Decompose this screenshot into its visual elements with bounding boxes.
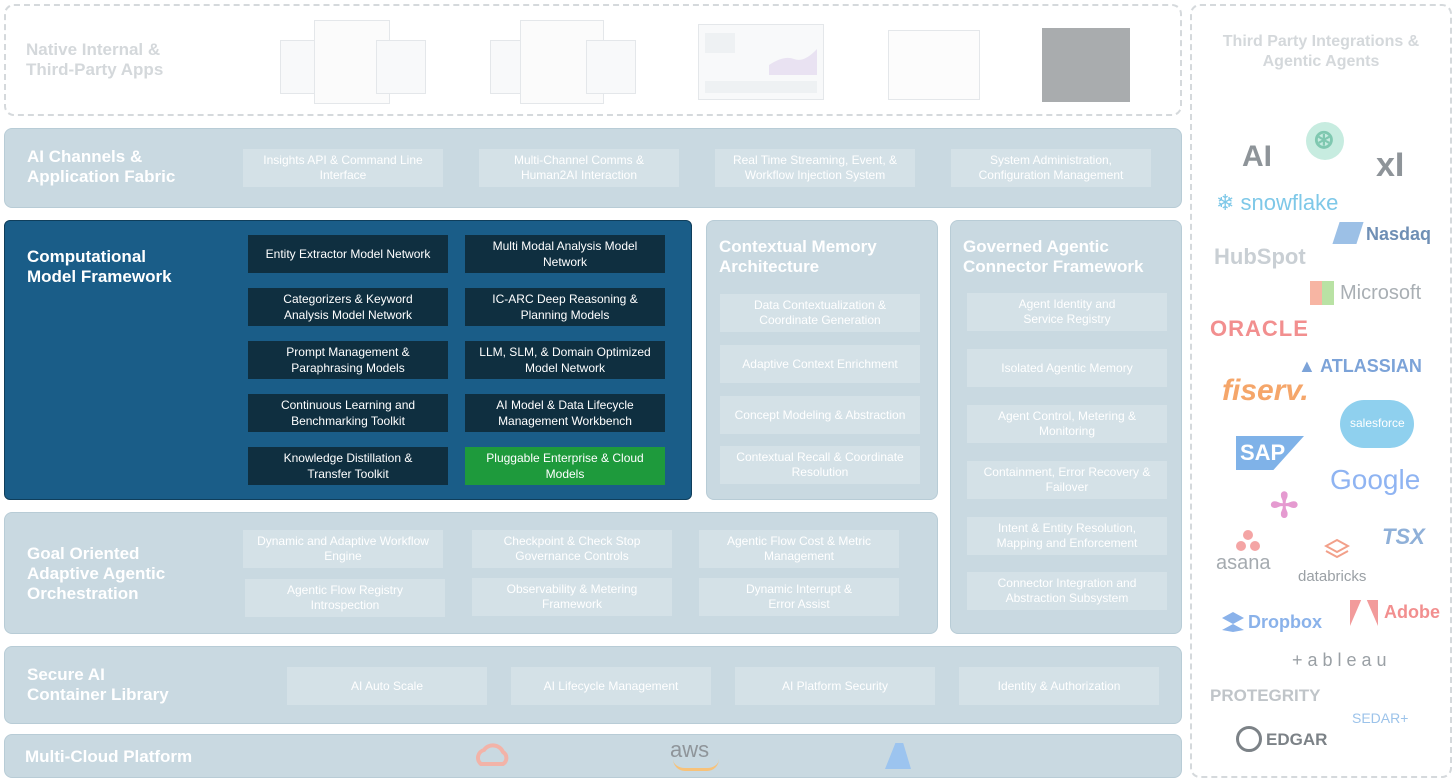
google-cloud-graphic — [476, 743, 509, 766]
snowflake-logo: ❄ snowflake — [1216, 190, 1339, 215]
computational-title: Computational Model Framework — [27, 247, 172, 286]
orchestration-panel: Goal Oriented Adaptive Agentic Orchestra… — [4, 512, 938, 634]
contextual-memory-panel: Contextual Memory Architecture Data Cont… — [706, 220, 938, 500]
native-apps-panel: Native Internal & Third-Party Apps — [4, 4, 1182, 116]
protegrity-logo: PROTEGRITY — [1210, 686, 1321, 705]
agent-control-chip[interactable]: Agent Control, Metering & Monitoring — [967, 405, 1167, 443]
google-cloud-icon — [475, 742, 509, 770]
ai-channels-title: AI Channels & Application Fabric — [27, 147, 176, 186]
identity-authorization-chip[interactable]: Identity & Authorization — [959, 667, 1159, 705]
nasdaq-logo: Nasdaq — [1366, 224, 1432, 244]
salesforce-logo: salesforce — [1350, 416, 1405, 430]
prompt-management-chip[interactable]: Prompt Management & Paraphrasing Models — [248, 341, 448, 379]
dropbox-logo: Dropbox — [1248, 612, 1322, 632]
ai-model-lifecycle-chip[interactable]: AI Model & Data Lifecycle Management Wor… — [465, 394, 665, 432]
edgar-seal-icon — [1236, 726, 1262, 752]
google-logo: Google — [1330, 464, 1421, 495]
container-library-band: Secure AI Container Library AI Auto Scal… — [4, 646, 1182, 724]
asana-dots — [1236, 530, 1260, 552]
chart-thumbnail-graphic — [705, 33, 817, 93]
native-apps-title: Native Internal & Third-Party Apps — [26, 40, 164, 79]
databricks-mark — [1323, 538, 1351, 559]
llm-slm-chip[interactable]: LLM, SLM, & Domain Optimized Model Netwo… — [465, 341, 665, 379]
orchestration-title: Goal Oriented Adaptive Agentic Orchestra… — [27, 544, 166, 603]
azure-icon — [885, 743, 911, 769]
concept-modeling-chip[interactable]: Concept Modeling & Abstraction — [720, 396, 920, 434]
agent-identity-chip[interactable]: Agent Identity and Service Registry — [967, 293, 1167, 331]
agentic-flow-registry-chip[interactable]: Agentic Flow Registry Introspection — [245, 579, 445, 617]
tableau-logo: + a b l e a u — [1292, 650, 1387, 670]
governed-connector-panel: Governed Agentic Connector Framework Age… — [950, 220, 1182, 634]
oracle-logo: ORACLE — [1210, 316, 1309, 341]
adobe-logo: Adobe — [1384, 602, 1440, 622]
sedar-logo: SEDAR+ — [1352, 710, 1409, 726]
multi-cloud-band: Multi-Cloud Platform aws — [4, 734, 1182, 778]
app-thumbnail — [376, 40, 426, 94]
tsx-logo: TSX — [1382, 524, 1425, 549]
third-party-title: Third Party Integrations & Agentic Agent… — [1222, 33, 1420, 70]
real-time-streaming-chip[interactable]: Real Time Streaming, Event, & Workflow I… — [715, 149, 915, 187]
hubspot-logo: HubSpot — [1214, 244, 1306, 269]
multi-channel-comms-chip[interactable]: Multi-Channel Comms & Human2AI Interacti… — [479, 149, 679, 187]
microsoft-logo: Microsoft — [1340, 282, 1422, 304]
adaptive-context-chip[interactable]: Adaptive Context Enrichment — [720, 345, 920, 383]
checkpoint-governance-chip[interactable]: Checkpoint & Check Stop Governance Contr… — [472, 530, 672, 568]
ic-arc-reasoning-chip[interactable]: IC-ARC Deep Reasoning & Planning Models — [465, 288, 665, 326]
pluggable-models-chip[interactable]: Pluggable Enterprise & Cloud Models — [465, 447, 665, 485]
multi-modal-analysis-chip[interactable]: Multi Modal Analysis Model Network — [465, 235, 665, 273]
anthropic-logo: AI — [1242, 140, 1272, 173]
containment-chip[interactable]: Containment, Error Recovery & Failover — [967, 461, 1167, 499]
isolated-memory-chip[interactable]: Isolated Agentic Memory — [967, 349, 1167, 387]
app-thumbnail — [888, 30, 980, 100]
dynamic-interrupt-chip[interactable]: Dynamic Interrupt & Error Assist — [699, 578, 899, 616]
data-contextualization-chip[interactable]: Data Contextualization & Coordinate Gene… — [720, 294, 920, 332]
entity-extractor-chip[interactable]: Entity Extractor Model Network — [248, 235, 448, 273]
container-library-title: Secure AI Container Library — [27, 665, 169, 704]
ai-channels-band: AI Channels & Application Fabric Insight… — [4, 128, 1182, 208]
aws-smile-icon — [673, 759, 719, 771]
fiserv-logo: fiserv. — [1222, 374, 1309, 407]
computational-model-panel: Computational Model Framework Entity Ext… — [4, 220, 692, 500]
observability-chip[interactable]: Observability & Metering Framework — [472, 578, 672, 616]
continuous-learning-chip[interactable]: Continuous Learning and Benchmarking Too… — [248, 394, 448, 432]
slack-logo: ✢ — [1270, 487, 1299, 525]
openai-logo: ⊛ — [1313, 124, 1335, 154]
system-administration-chip[interactable]: System Administration, Configuration Man… — [951, 149, 1151, 187]
dynamic-workflow-chip[interactable]: Dynamic and Adaptive Workflow Engine — [243, 530, 443, 568]
dashboard-thumbnail — [698, 24, 824, 100]
categorizers-chip[interactable]: Categorizers & Keyword Analysis Model Ne… — [248, 288, 448, 326]
ai-platform-security-chip[interactable]: AI Platform Security — [735, 667, 935, 705]
multi-cloud-title: Multi-Cloud Platform — [25, 747, 193, 766]
atlassian-logo: ▲ ATLASSIAN — [1298, 356, 1422, 376]
asana-logo: asana — [1216, 552, 1271, 574]
asana-icon — [1236, 530, 1260, 551]
app-thumbnail — [586, 40, 636, 94]
ai-lifecycle-management-chip[interactable]: AI Lifecycle Management — [511, 667, 711, 705]
ai-auto-scale-chip[interactable]: AI Auto Scale — [287, 667, 487, 705]
knowledge-distillation-chip[interactable]: Knowledge Distillation & Transfer Toolki… — [248, 447, 448, 485]
microsoft-squares — [1310, 281, 1334, 305]
terminal-thumbnail — [1042, 28, 1130, 102]
databricks-logo: databricks — [1298, 568, 1367, 585]
edgar-logo: EDGAR — [1266, 730, 1328, 749]
contextual-memory-title: Contextual Memory Architecture — [719, 237, 877, 276]
agentic-flow-cost-chip[interactable]: Agentic Flow Cost & Metric Management — [699, 530, 899, 568]
sap-logo: SAP — [1240, 440, 1286, 465]
xai-logo: xI — [1376, 146, 1405, 184]
governed-title: Governed Agentic Connector Framework — [963, 237, 1144, 276]
contextual-recall-chip[interactable]: Contextual Recall & Coordinate Resolutio… — [720, 446, 920, 484]
intent-resolution-chip[interactable]: Intent & Entity Resolution, Mapping and … — [967, 517, 1167, 555]
insights-api-chip[interactable]: Insights API & Command Line Interface — [243, 149, 443, 187]
databricks-icon — [1323, 538, 1351, 562]
connector-integration-chip[interactable]: Connector Integration and Abstraction Su… — [967, 572, 1167, 610]
